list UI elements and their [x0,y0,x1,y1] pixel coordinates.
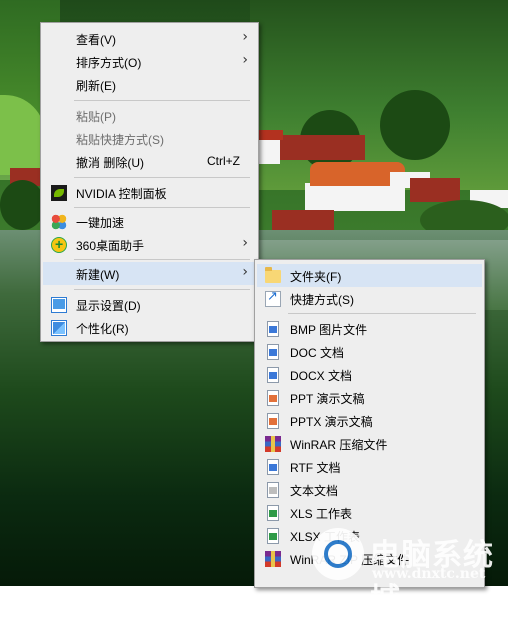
submenu-item-doc[interactable]: DOC 文档 [257,340,482,363]
menu-item-label: PPTX 演示文稿 [290,415,373,429]
menu-separator [74,207,250,208]
menu-separator [74,259,250,260]
menu-item-label: PPT 演示文稿 [290,392,365,406]
360-icon [51,236,67,253]
red-barn [410,178,460,202]
bmp-file-icon [267,321,279,337]
submenu-item-rtf[interactable]: RTF 文档 [257,455,482,478]
submenu-item-xls[interactable]: XLS 工作表 [257,501,482,524]
tree [380,90,450,160]
menu-item-nvidia[interactable]: NVIDIA 控制面板 [43,181,256,204]
shortcut-icon [265,289,281,307]
menu-item-display-settings[interactable]: 显示设置(D) [43,293,256,316]
display-icon [51,297,67,313]
white-house [258,138,280,164]
menu-item-label: WinRAR ZIP 压缩文件 [290,553,410,567]
roof [255,130,283,140]
menu-item-speedup[interactable]: 一键加速 [43,210,256,233]
submenu-item-txt[interactable]: 文本文档 [257,478,482,501]
menu-item-view[interactable]: 查看(V) › [43,27,256,50]
menu-separator [74,289,250,290]
tree [0,180,45,230]
menu-item-new[interactable]: 新建(W) › [43,262,256,285]
chevron-right-icon: › [242,235,248,251]
xlsx-file-icon [267,528,279,544]
xls-file-icon [267,505,279,521]
menu-item-label: 360桌面助手 [76,239,145,253]
folder-icon [265,267,281,283]
menu-item-paste-shortcut: 粘贴快捷方式(S) [43,127,256,150]
menu-item-label: BMP 图片文件 [290,323,368,337]
menu-item-label: 撤消 删除(U) [76,156,144,170]
menu-item-label: 粘贴(P) [76,110,116,124]
menu-item-label: 显示设置(D) [76,299,141,313]
menu-item-label: 个性化(R) [76,322,129,336]
menu-separator [74,177,250,178]
submenu-item-winrar[interactable]: WinRAR 压缩文件 [257,432,482,455]
submenu-item-folder[interactable]: 文件夹(F) [257,264,482,287]
menu-item-label: 快捷方式(S) [290,293,354,307]
doc-file-icon [267,344,279,360]
submenu-item-shortcut[interactable]: 快捷方式(S) [257,287,482,310]
pptx-file-icon [267,413,279,429]
menu-item-undo-delete[interactable]: 撤消 删除(U) Ctrl+Z [43,150,256,173]
winrar-icon [265,436,281,452]
menu-separator [288,313,476,314]
ppt-file-icon [267,390,279,406]
winrar-zip-icon [265,551,281,567]
menu-item-label: 粘贴快捷方式(S) [76,133,164,147]
menu-item-label: DOC 文档 [290,346,345,360]
submenu-item-xlsx[interactable]: XLSX 工作表 [257,524,482,547]
speedup-icon [51,214,67,230]
menu-item-label: 一键加速 [76,216,125,230]
menu-item-label: 排序方式(O) [76,56,142,70]
docx-file-icon [267,367,279,383]
menu-item-label: XLSX 工作表 [290,530,361,544]
menu-item-360-desktop[interactable]: 360桌面助手 › [43,233,256,256]
txt-file-icon [267,482,279,498]
nvidia-icon [51,185,67,201]
keyboard-shortcut: Ctrl+Z [207,154,240,168]
submenu-item-bmp[interactable]: BMP 图片文件 [257,317,482,340]
submenu-item-ppt[interactable]: PPT 演示文稿 [257,386,482,409]
menu-item-paste: 粘贴(P) [43,104,256,127]
personalize-icon [51,320,67,336]
menu-item-label: 刷新(E) [76,79,116,93]
desktop-context-menu: 查看(V) › 排序方式(O) › 刷新(E) 粘贴(P) 粘贴快捷方式(S) … [40,22,259,342]
menu-item-label: 查看(V) [76,33,116,47]
chevron-right-icon: › [242,52,248,68]
menu-item-label: WinRAR 压缩文件 [290,438,388,452]
menu-item-label: 文件夹(F) [290,270,342,284]
menu-item-label: RTF 文档 [290,461,341,475]
menu-item-label: DOCX 文档 [290,369,353,383]
chevron-right-icon: › [242,29,248,45]
chevron-right-icon: › [242,264,248,280]
menu-item-refresh[interactable]: 刷新(E) [43,73,256,96]
rtf-file-icon [267,459,279,475]
submenu-item-winrar-zip[interactable]: WinRAR ZIP 压缩文件 [257,547,482,570]
submenu-item-docx[interactable]: DOCX 文档 [257,363,482,386]
menu-separator [74,100,250,101]
red-barn [280,135,365,160]
menu-item-label: XLS 工作表 [290,507,353,521]
menu-item-personalize[interactable]: 个性化(R) [43,316,256,339]
menu-item-label: 文本文档 [290,484,339,498]
new-submenu: 文件夹(F) 快捷方式(S) BMP 图片文件 DOC 文档 DOCX 文档 P… [254,259,485,588]
submenu-item-pptx[interactable]: PPTX 演示文稿 [257,409,482,432]
menu-item-sort[interactable]: 排序方式(O) › [43,50,256,73]
menu-item-label: NVIDIA 控制面板 [76,187,167,201]
menu-item-label: 新建(W) [76,268,120,282]
